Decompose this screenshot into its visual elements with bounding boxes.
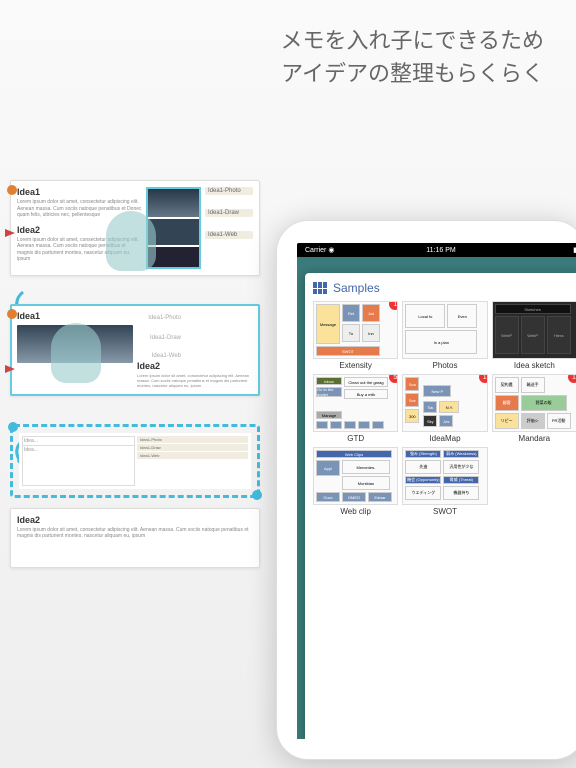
tile-mandara[interactable]: 1 契約農 輸送手 顧客 野菜の販 リピー 評価シ PR活動 Mandara xyxy=(492,374,576,443)
idea2-title-4: Idea2 xyxy=(17,515,253,525)
samples-board[interactable]: Samples 1 Message Ret Jud Tu Inn SWOT Ex… xyxy=(305,273,576,739)
idea1-title-2: Idea1 xyxy=(17,311,133,321)
grid-icon xyxy=(313,282,327,294)
idea1-body: Lorem ipsum dolor sit amet, consectetur … xyxy=(17,199,142,219)
idea1-title: Idea1 xyxy=(17,187,142,197)
clock: 11:16 PM xyxy=(297,247,576,254)
ipad-screen: Carrier ◉ 11:16 PM ▮ Samples 1 Message R… xyxy=(297,243,576,739)
statusbar: Carrier ◉ 11:16 PM ▮ xyxy=(297,243,576,257)
headline: メモを入れ子にできるため アイデアの整理もらくらく xyxy=(280,24,544,90)
nesting-demo-stack: Idea1 Lorem ipsum dolor sit amet, consec… xyxy=(10,180,260,568)
tag-draw[interactable]: Idea1-Draw xyxy=(205,209,253,217)
pin-icon xyxy=(7,309,17,319)
idea2-title: Idea2 xyxy=(17,225,142,235)
tile-extensity[interactable]: 1 Message Ret Jud Tu Inn SWOT Extensity xyxy=(313,301,398,370)
tile-photos[interactable]: Local fo Even In a plan Photos xyxy=(402,301,487,370)
demo-card-4[interactable]: Idea2 Lorem ipsum dolor sit amet, consec… xyxy=(10,508,260,568)
tag-web[interactable]: Idea1-Web xyxy=(205,231,253,239)
tile-ideamap[interactable]: 1 Sca Sce 300 New P Tok N.Y. Sky Jes Ide… xyxy=(402,374,487,443)
board-title-row: Samples xyxy=(313,281,576,295)
headline-l2: アイデアの整理もらくらく xyxy=(280,57,544,90)
pin-icon xyxy=(7,185,17,195)
board-title: Samples xyxy=(333,281,380,295)
headline-l1: メモを入れ子にできるため xyxy=(280,24,544,57)
tile-web-clip[interactable]: Web Clips Appl Mercedes- Montblan Gucc O… xyxy=(313,447,398,516)
tile-grid: 1 Message Ret Jud Tu Inn SWOT Extensity … xyxy=(313,301,576,516)
tile-idea-sketch[interactable]: Sketches WebP WebP Hiera Idea sketch xyxy=(492,301,576,370)
ipad-frame: Carrier ◉ 11:16 PM ▮ Samples 1 Message R… xyxy=(276,220,576,760)
idea2-title-2: Idea2 xyxy=(137,361,253,371)
tile-gtd[interactable]: 5 Inbox Clean out the garag Go to the do… xyxy=(313,374,398,443)
flag-icon xyxy=(5,365,15,373)
idea2-body: Lorem ipsum dolor sit amet, consectetur … xyxy=(17,237,142,263)
demo-card-1[interactable]: Idea1 Lorem ipsum dolor sit amet, consec… xyxy=(10,180,260,276)
flag-icon xyxy=(5,229,15,237)
demo-card-2[interactable]: Idea1 Idea1-Photo Idea1-Draw Idea1-Web I… xyxy=(10,304,260,396)
demo-card-3-dashed[interactable]: Idea... Idea... Idea1-Photo Idea1-Draw I… xyxy=(10,424,260,498)
tag-photo[interactable]: Idea1-Photo xyxy=(205,187,253,195)
tile-swot[interactable]: 強み (Strength) 弱み (Weakness) 先進 汎用性が少な 機会… xyxy=(402,447,487,516)
